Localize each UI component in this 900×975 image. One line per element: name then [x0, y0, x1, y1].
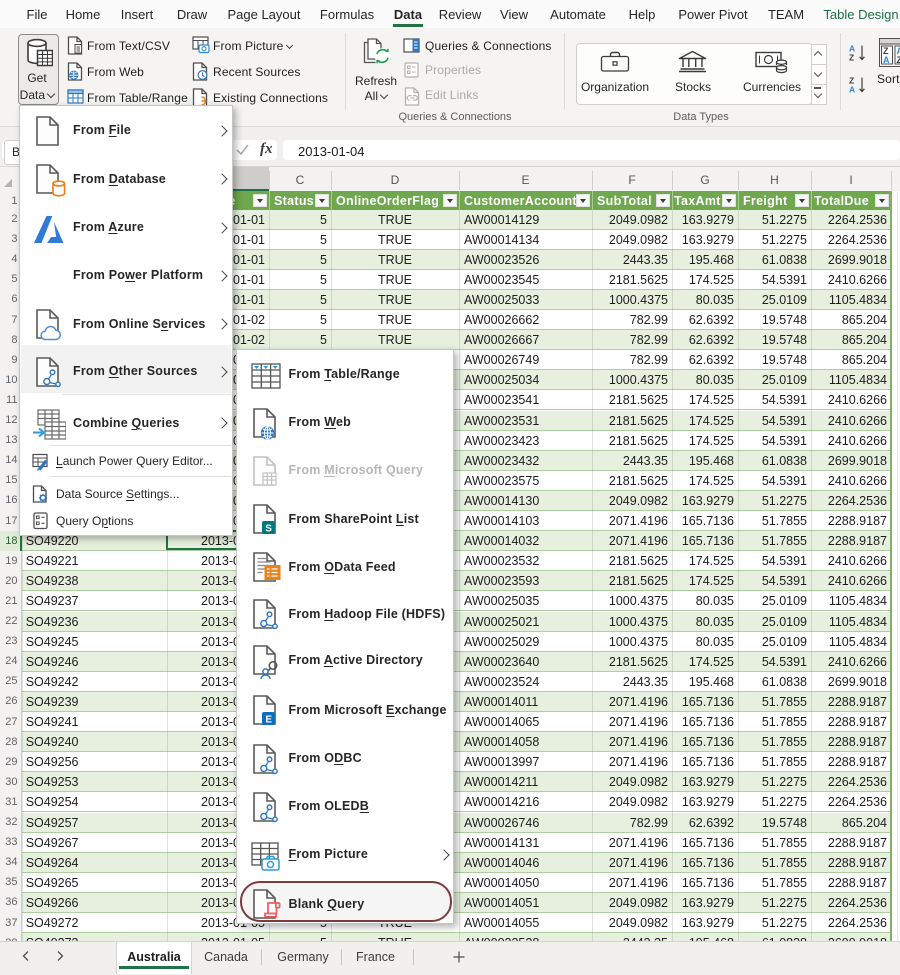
svg-text:Z: Z: [897, 55, 900, 65]
svg-text:A: A: [849, 85, 855, 95]
svg-text:A: A: [883, 55, 890, 65]
svg-text:E: E: [265, 715, 272, 726]
svg-text:S: S: [265, 524, 272, 535]
svg-text:Z: Z: [849, 53, 854, 63]
